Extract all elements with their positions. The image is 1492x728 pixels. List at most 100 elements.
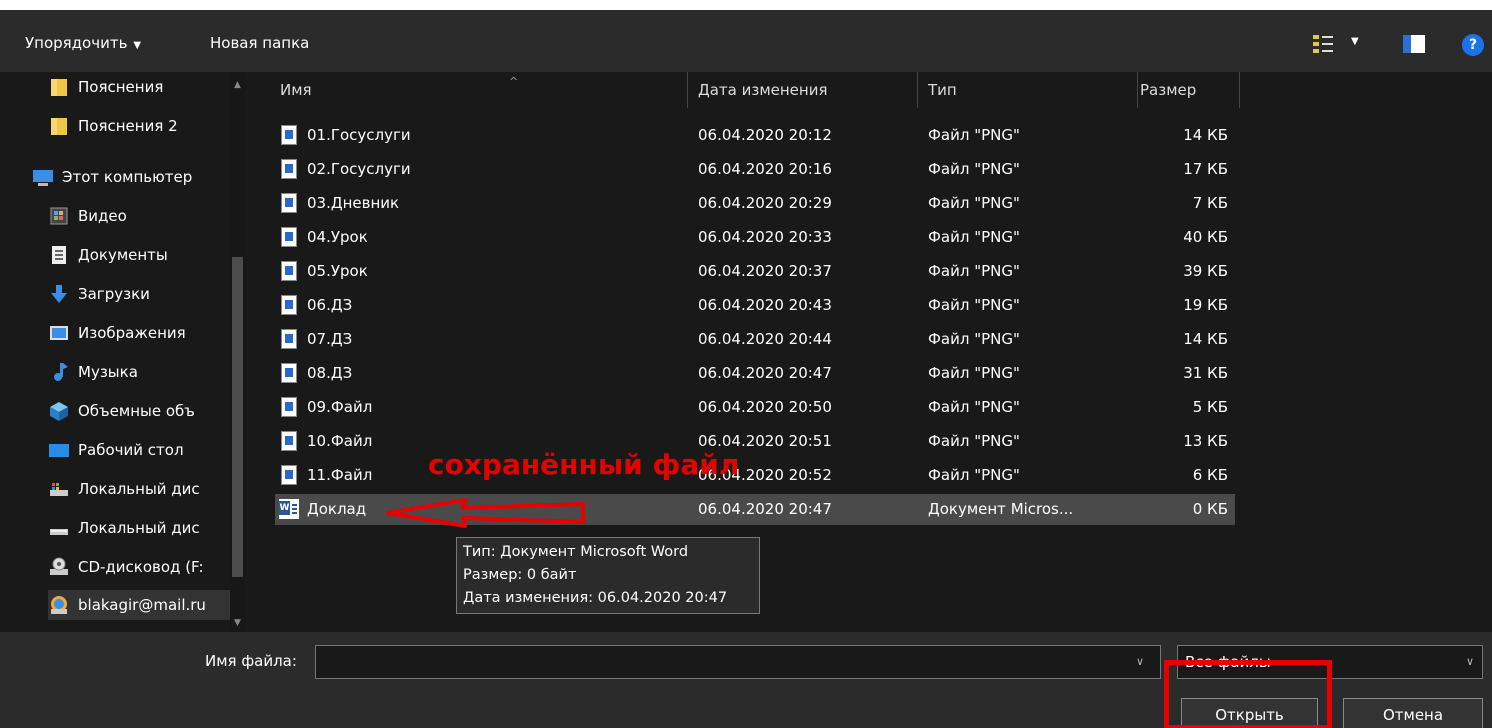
file-name: 09.Файл [307, 398, 373, 416]
chevron-down-icon: ∨ [1465, 655, 1474, 668]
filename-input[interactable] [315, 645, 1161, 679]
file-date: 06.04.2020 20:47 [698, 364, 832, 382]
change-view-button[interactable]: ▼ [1313, 34, 1371, 56]
table-row[interactable]: 10.Файл 06.04.2020 20:51 Файл "PNG" 13 К… [275, 426, 1235, 457]
sidebar-item-poyasneniya[interactable]: Пояснения [48, 72, 245, 102]
sidebar-item-desktop[interactable]: Рабочий стол [48, 435, 245, 465]
sidebar-item-music[interactable]: Музыка [48, 357, 245, 387]
file-date: 06.04.2020 20:16 [698, 160, 832, 178]
sidebar-item-poyasneniya-2[interactable]: Пояснения 2 [48, 111, 245, 141]
tooltip-date: Дата изменения: 06.04.2020 20:47 [463, 590, 728, 606]
sidebar-item-label: Локальный дис [78, 480, 200, 498]
file-name: 02.Госуслуги [307, 160, 411, 178]
table-row[interactable]: 06.ДЗ 06.04.2020 20:43 Файл "PNG" 19 КБ [275, 290, 1235, 321]
file-name: 04.Урок [307, 228, 368, 246]
file-name: 06.ДЗ [307, 296, 353, 314]
file-type: Файл "PNG" [928, 296, 1020, 314]
file-name: 08.ДЗ [307, 364, 353, 382]
scroll-up-icon[interactable]: ▲ [230, 80, 245, 90]
file-size: 7 КБ [1192, 194, 1228, 212]
file-date: 06.04.2020 20:29 [698, 194, 832, 212]
file-name: 03.Дневник [307, 194, 400, 212]
column-header-size[interactable]: Размер [1138, 72, 1240, 108]
column-header-name[interactable]: Имя ^ [280, 72, 688, 108]
file-date: 06.04.2020 20:50 [698, 398, 832, 416]
download-icon [48, 283, 70, 305]
file-date: 06.04.2020 20:33 [698, 228, 832, 246]
file-size: 19 КБ [1183, 296, 1228, 314]
table-row[interactable]: 07.ДЗ 06.04.2020 20:44 Файл "PNG" 14 КБ [275, 324, 1235, 355]
toolbar: Упорядочить ▼ Новая папка ▼ ? [0, 10, 1492, 72]
sidebar-item-pictures[interactable]: Изображения [48, 318, 245, 348]
file-name: 05.Урок [307, 262, 368, 280]
file-type: Файл "PNG" [928, 364, 1020, 382]
png-file-icon [281, 329, 297, 349]
sort-ascending-icon: ^ [509, 75, 519, 88]
table-row[interactable]: 02.Госуслуги 06.04.2020 20:16 Файл "PNG"… [275, 154, 1235, 185]
png-file-icon [281, 227, 297, 247]
sidebar-item-documents[interactable]: Документы [48, 240, 245, 270]
table-row[interactable]: 01.Госуслуги 06.04.2020 20:12 Файл "PNG"… [275, 120, 1235, 151]
png-file-icon [281, 295, 297, 315]
file-type: Файл "PNG" [928, 160, 1020, 178]
folder-icon [48, 76, 70, 98]
organize-button[interactable]: Упорядочить ▼ [25, 34, 141, 52]
file-date: 06.04.2020 20:44 [698, 330, 832, 348]
column-header-date[interactable]: Дата изменения [698, 72, 918, 108]
scrollbar-thumb[interactable] [232, 257, 243, 577]
chevron-down-icon: ▼ [1351, 36, 1359, 47]
table-row[interactable]: 11.Файл 06.04.2020 20:52 Файл "PNG" 6 КБ [275, 460, 1235, 491]
file-type: Файл "PNG" [928, 194, 1020, 212]
new-folder-button[interactable]: Новая папка [210, 34, 309, 52]
sidebar-item-label: Объемные объ [78, 402, 195, 420]
video-icon [48, 205, 70, 227]
navigation-scrollbar[interactable]: ▲ ▼ [230, 72, 245, 632]
filename-dropdown-icon[interactable]: ∨ [1136, 655, 1144, 668]
file-size: 6 КБ [1192, 466, 1228, 484]
scroll-down-icon[interactable]: ▼ [230, 618, 245, 628]
window-top-edge [0, 0, 1492, 10]
tooltip-size: Размер: 0 байт [463, 567, 577, 583]
sidebar-item-label: Этот компьютер [62, 168, 193, 186]
sidebar-item-label: Пояснения [78, 78, 164, 96]
sidebar-item-this-pc[interactable]: Этот компьютер [32, 162, 245, 192]
sidebar-item-network-drive[interactable]: blakagir@mail.ru [48, 590, 230, 620]
preview-pane-icon[interactable] [1403, 35, 1425, 53]
sidebar-item-local-disk-d[interactable]: Локальный дис [48, 513, 245, 543]
desktop-icon [48, 439, 70, 461]
sidebar-item-video[interactable]: Видео [48, 201, 245, 231]
file-date: 06.04.2020 20:47 [698, 500, 832, 518]
chevron-down-icon: ▼ [133, 40, 142, 51]
sidebar-item-label: Изображения [78, 324, 186, 342]
file-size: 40 КБ [1183, 228, 1228, 246]
navigation-pane: Пояснения Пояснения 2 Этот компьютер Вид… [0, 72, 245, 632]
table-row[interactable]: 04.Урок 06.04.2020 20:33 Файл "PNG" 40 К… [275, 222, 1235, 253]
file-size: 39 КБ [1183, 262, 1228, 280]
filename-label: Имя файла: [205, 652, 297, 670]
table-row[interactable]: 08.ДЗ 06.04.2020 20:47 Файл "PNG" 31 КБ [275, 358, 1235, 389]
png-file-icon [281, 397, 297, 417]
column-header-label: Размер [1140, 81, 1197, 99]
view-details-icon [1313, 35, 1333, 53]
organize-label: Упорядочить [25, 34, 128, 52]
sidebar-item-label: Загрузки [78, 285, 150, 303]
cancel-button[interactable]: Отмена [1343, 698, 1483, 728]
table-row[interactable]: 03.Дневник 06.04.2020 20:29 Файл "PNG" 7… [275, 188, 1235, 219]
sidebar-item-label: CD-дисковод (F: [78, 558, 204, 576]
computer-icon [32, 166, 54, 188]
sidebar-item-cd-drive[interactable]: CD-дисковод (F: [48, 552, 245, 582]
drive-icon [48, 517, 70, 539]
table-row[interactable]: 09.Файл 06.04.2020 20:50 Файл "PNG" 5 КБ [275, 392, 1235, 423]
column-header-label: Имя [280, 81, 312, 99]
help-icon[interactable]: ? [1462, 34, 1484, 56]
sidebar-item-label: Документы [78, 246, 168, 264]
sidebar-item-local-disk-c[interactable]: Локальный дис [48, 474, 245, 504]
file-date: 06.04.2020 20:37 [698, 262, 832, 280]
png-file-icon [281, 159, 297, 179]
png-file-icon [281, 431, 297, 451]
sidebar-item-downloads[interactable]: Загрузки [48, 279, 245, 309]
file-date: 06.04.2020 20:12 [698, 126, 832, 144]
table-row[interactable]: 05.Урок 06.04.2020 20:37 Файл "PNG" 39 К… [275, 256, 1235, 287]
sidebar-item-3d-objects[interactable]: Объемные объ [48, 396, 245, 426]
column-header-type[interactable]: Тип [928, 72, 1138, 108]
